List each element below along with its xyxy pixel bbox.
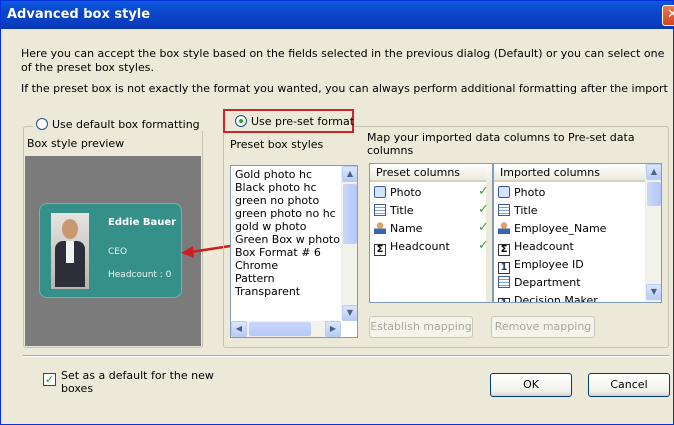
imported-row[interactable]: 1 Employee ID	[498, 256, 584, 274]
checkmark-icon: ✓	[478, 184, 489, 199]
preset-row[interactable]: Name	[374, 220, 422, 238]
scroll-up-icon[interactable]: ▲	[342, 166, 357, 182]
imported-row[interactable]: Department	[498, 274, 581, 292]
advanced-box-style-dialog: Advanced box style ✕ Here you can accept…	[0, 0, 674, 425]
preset-styles-label: Preset box styles	[230, 138, 324, 151]
window-title: Advanced box style	[7, 7, 151, 22]
scroll-up-icon[interactable]: ▲	[646, 164, 661, 180]
imported-row[interactable]: Σ Headcount	[498, 238, 574, 256]
list-item[interactable]: Black photo hc	[231, 181, 341, 194]
grid-separator	[492, 164, 494, 302]
map-columns-label: Map your imported data columns to Pre-se…	[367, 131, 635, 157]
default-checkbox[interactable]: ✓	[43, 373, 56, 386]
imported-column-label: Decision Maker	[514, 294, 598, 303]
photo-icon	[498, 186, 510, 198]
photo-icon	[374, 186, 386, 198]
default-format-radio[interactable]: Use default box formatting	[33, 118, 203, 131]
preset-columns-header: Preset columns	[370, 164, 486, 182]
card-headcount: Headcount : 0	[108, 270, 172, 280]
preset-column-label: Name	[390, 222, 423, 235]
doc-icon	[498, 204, 510, 216]
scroll-right-icon[interactable]: ▶	[325, 321, 341, 337]
checkmark-icon: ✓	[478, 202, 489, 217]
preset-row[interactable]: Photo	[374, 184, 421, 202]
radio-on-icon[interactable]	[235, 115, 247, 127]
list-item[interactable]: Transparent	[231, 285, 341, 298]
scroll-thumb[interactable]	[343, 184, 357, 244]
remove-mapping-button[interactable]: Remove mapping	[491, 316, 595, 338]
list-item[interactable]: Chrome	[231, 259, 341, 272]
list-item[interactable]: Pattern	[231, 272, 341, 285]
preset-row[interactable]: Σ Headcount	[374, 238, 450, 256]
card-name: Eddie Bauer	[108, 217, 177, 228]
doc-icon	[498, 276, 510, 288]
preset-row[interactable]: Title	[374, 202, 414, 220]
sigma-icon: Σ	[374, 244, 386, 256]
imported-row[interactable]: 1 Decision Maker	[498, 292, 598, 303]
scroll-down-icon[interactable]: ▼	[646, 284, 661, 300]
imported-column-label: Employee ID	[514, 258, 584, 271]
close-icon: ✕	[667, 7, 674, 22]
close-button[interactable]: ✕	[662, 5, 674, 26]
list-item-selected[interactable]: Green Box w photo	[231, 233, 341, 246]
mapping-vertical-scrollbar[interactable]: ▲ ▼	[645, 164, 661, 302]
styles-horizontal-scrollbar[interactable]: ◀ ▶	[231, 321, 341, 337]
default-format-label: Use default box formatting	[52, 118, 200, 131]
photo-shirt	[66, 241, 74, 263]
scroll-down-icon[interactable]: ▼	[342, 305, 357, 321]
preset-column-label: Photo	[390, 186, 422, 199]
box-style-preview-label: Box style preview	[27, 137, 125, 150]
photo-face	[62, 219, 78, 239]
title-bar: Advanced box style ✕	[1, 1, 674, 29]
preset-styles-list[interactable]: Gold photo hc Black photo hc green no ph…	[230, 165, 358, 338]
checkmark-icon: ✓	[478, 220, 489, 235]
checkmark-icon: ✓	[44, 373, 55, 386]
intro-text: Here you can accept the box style based …	[21, 47, 665, 74]
number-icon: 1	[498, 298, 510, 302]
cancel-button[interactable]: Cancel	[588, 373, 670, 397]
preview-photo	[51, 213, 89, 289]
column-mapping-grid: Preset columns Imported columns Photo Ti…	[369, 163, 662, 303]
list-item[interactable]: Box Format # 6	[231, 246, 341, 259]
list-item[interactable]: green no photo	[231, 194, 341, 207]
card-title: CEO	[108, 247, 128, 257]
ok-button[interactable]: OK	[490, 373, 572, 397]
scroll-thumb[interactable]	[647, 182, 661, 206]
preset-column-label: Title	[390, 204, 414, 217]
preview-card: Eddie Bauer CEO Headcount : 0	[39, 203, 182, 298]
styles-vertical-scrollbar[interactable]: ▲ ▼	[341, 166, 357, 321]
list-item[interactable]: green photo no hc	[231, 207, 341, 220]
intro-text-2: If the preset box is not exactly the for…	[21, 82, 668, 95]
person-icon	[498, 222, 510, 234]
imported-row[interactable]: Title	[498, 202, 538, 220]
person-icon	[374, 222, 386, 234]
imported-columns-header: Imported columns	[494, 164, 646, 182]
imported-column-label: Employee_Name	[514, 222, 607, 235]
imported-row[interactable]: Employee_Name	[498, 220, 606, 238]
imported-column-label: Headcount	[514, 240, 574, 253]
list-item[interactable]: gold w photo	[231, 220, 341, 233]
number-icon: 1	[498, 262, 510, 274]
imported-column-label: Photo	[514, 186, 546, 199]
hscroll-thumb[interactable]	[249, 322, 311, 336]
scroll-left-icon[interactable]: ◀	[231, 321, 247, 337]
radio-off-icon[interactable]	[36, 118, 48, 130]
separator	[23, 355, 669, 357]
establish-mapping-button[interactable]: Establish mapping	[369, 316, 473, 338]
default-checkbox-label: Set as a default for the new boxes	[61, 369, 214, 395]
preset-column-label: Headcount	[390, 240, 450, 253]
imported-column-label: Department	[514, 276, 581, 289]
sigma-icon: Σ	[498, 244, 510, 256]
checkmark-icon: ✓	[478, 238, 489, 253]
imported-column-label: Title	[514, 204, 538, 217]
preset-format-label: Use pre-set format	[251, 115, 355, 128]
doc-icon	[374, 204, 386, 216]
preset-format-radio[interactable]: Use pre-set format	[235, 115, 354, 128]
list-item[interactable]: Gold photo hc	[231, 168, 341, 181]
imported-row[interactable]: Photo	[498, 184, 545, 202]
